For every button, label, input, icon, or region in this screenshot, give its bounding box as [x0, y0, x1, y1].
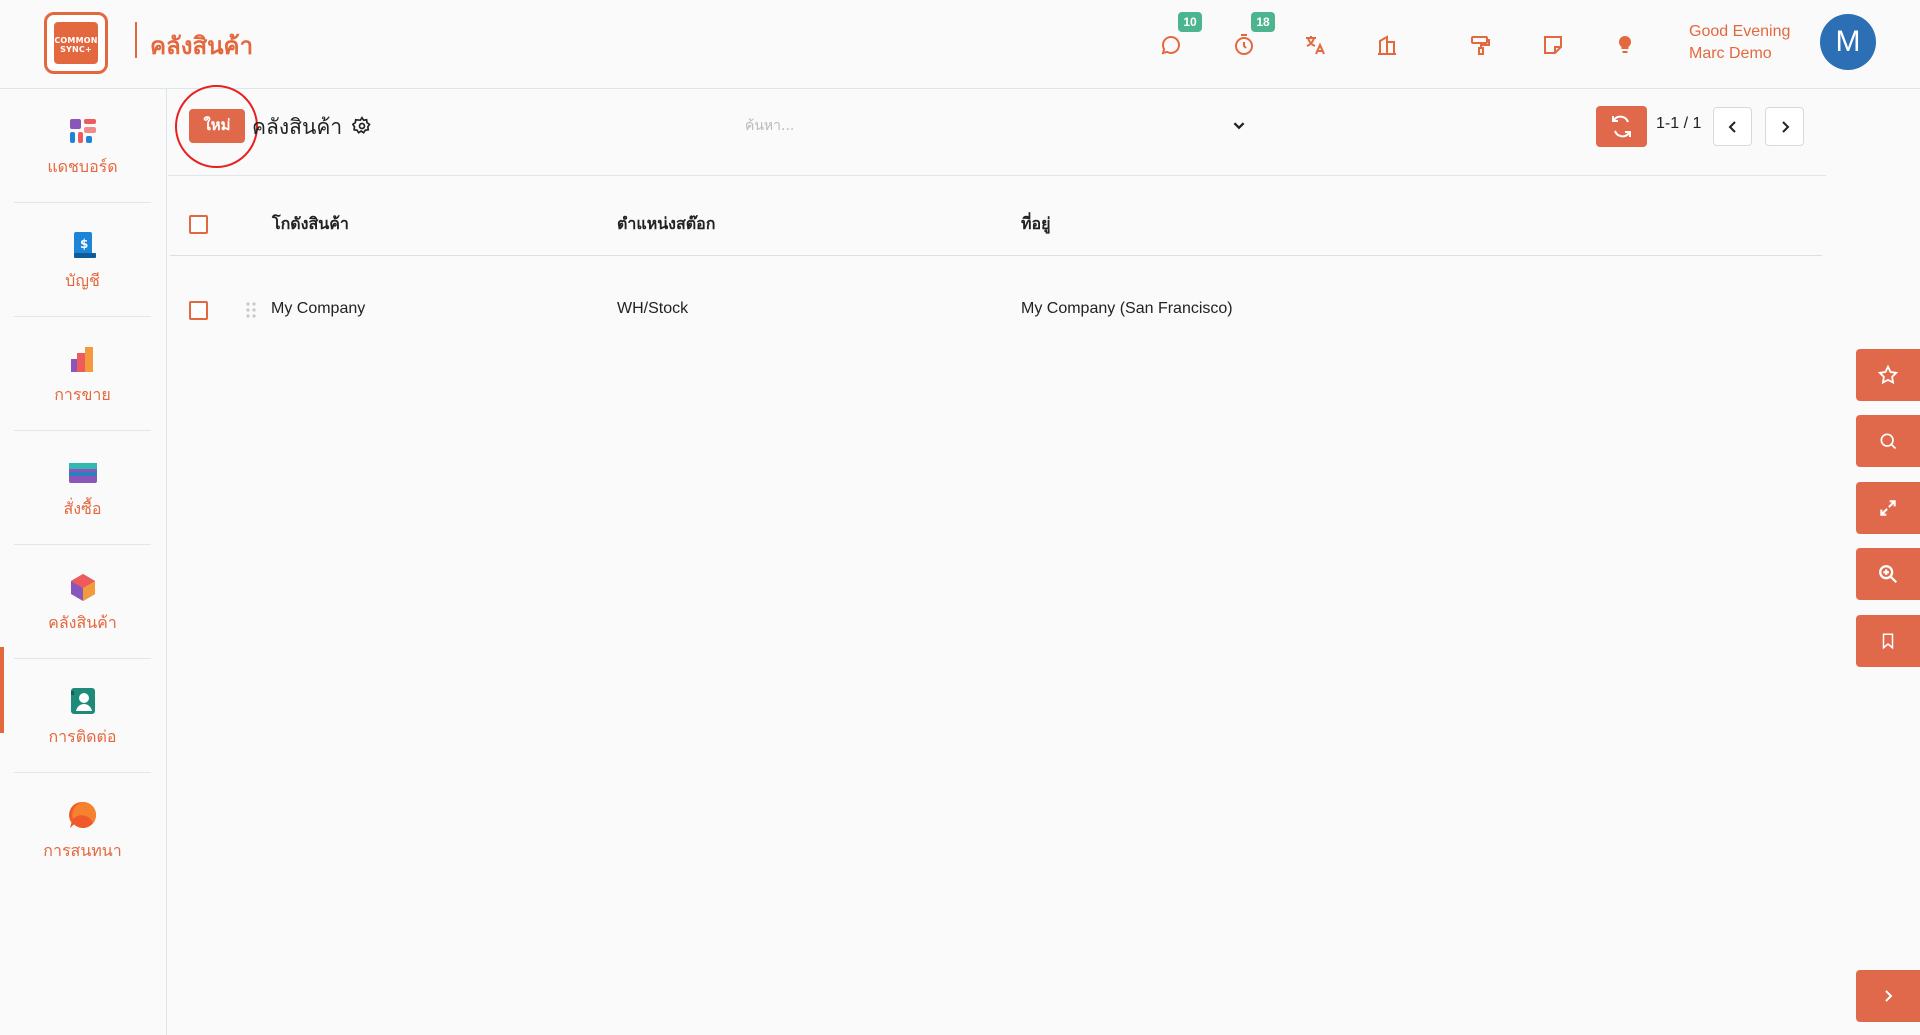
highlight-annotation	[175, 85, 258, 168]
cell-location[interactable]: WH/Stock	[617, 300, 688, 318]
divider	[170, 255, 1822, 256]
dashboard-icon	[70, 119, 96, 143]
sidebar-item-label: การขาย	[54, 385, 111, 404]
chevron-down-icon[interactable]	[1228, 114, 1250, 136]
user-name: Marc Demo	[1689, 45, 1772, 62]
zoom-button[interactable]	[1856, 548, 1920, 600]
greeting-text: Good Evening	[1689, 23, 1791, 40]
refresh-button[interactable]	[1596, 106, 1647, 147]
sidebar-item-label: การติดต่อ	[48, 727, 117, 746]
sidebar-item-sales[interactable]: การขาย	[14, 317, 151, 431]
chevron-right-icon	[1781, 120, 1789, 133]
sidebar-item-label: แดชบอร์ด	[47, 157, 118, 176]
sidebar-item-label: คลังสินค้า	[48, 613, 117, 632]
pager-previous-button[interactable]	[1713, 107, 1752, 146]
chat-icon[interactable]	[1156, 30, 1186, 60]
search-icon	[1880, 433, 1897, 450]
inventory-box-icon	[71, 574, 95, 601]
expand-panel-button[interactable]	[1856, 970, 1920, 1022]
chat-badge: 10	[1178, 12, 1202, 32]
sidebar-item-purchase[interactable]: สั่งซื้อ	[14, 431, 151, 545]
search-input[interactable]	[745, 113, 1225, 139]
chevron-right-icon	[1885, 990, 1893, 1002]
select-all-checkbox[interactable]	[189, 215, 208, 234]
svg-text:$: $	[80, 237, 88, 251]
refresh-icon	[1612, 115, 1631, 138]
paint-roller-icon[interactable]	[1466, 30, 1496, 60]
app-title: คลังสินค้า	[150, 32, 254, 60]
expand-icon	[1880, 500, 1896, 516]
timer-badge: 18	[1251, 12, 1275, 32]
discuss-bubble-icon	[69, 801, 96, 828]
cell-address[interactable]: My Company (San Francisco)	[1021, 300, 1233, 318]
search-button[interactable]	[1856, 415, 1920, 467]
row-checkbox[interactable]	[189, 301, 208, 320]
column-header-location[interactable]: ตำแหน่งสต๊อก	[617, 212, 715, 237]
star-icon	[1877, 364, 1899, 385]
sidebar-item-accounting[interactable]: $ บัญชี	[14, 203, 151, 317]
credit-card-icon	[69, 463, 97, 483]
column-header-address[interactable]: ที่อยู่	[1021, 212, 1051, 237]
favorite-button[interactable]	[1856, 349, 1920, 401]
top-bar: COMMON SYNC+ คลังสินค้า 10 18 Good Eveni…	[0, 0, 1920, 89]
chevron-left-icon	[1728, 120, 1736, 133]
sidebar-item-label: การสนทนา	[43, 841, 122, 860]
timer-icon[interactable]	[1229, 30, 1259, 60]
sidebar: แดชบอร์ด $ บัญชี การขาย สั่งซื้อ คลังสิน…	[0, 89, 167, 1035]
translate-icon[interactable]	[1300, 30, 1330, 60]
sidebar-item-discuss[interactable]: การสนทนา	[14, 773, 151, 887]
page-title: คลังสินค้า	[252, 115, 343, 139]
gear-icon[interactable]	[352, 116, 372, 136]
bookmark-button[interactable]	[1856, 615, 1920, 667]
logo-divider	[135, 22, 137, 58]
app-logo[interactable]: COMMON SYNC+	[44, 12, 108, 74]
pager-next-button[interactable]	[1765, 107, 1804, 146]
cell-warehouse[interactable]: My Company	[271, 300, 365, 318]
sidebar-item-contacts[interactable]: การติดต่อ	[14, 659, 151, 773]
sales-chart-icon	[71, 347, 93, 372]
lightbulb-icon[interactable]	[1610, 30, 1640, 60]
sidebar-item-inventory[interactable]: คลังสินค้า	[14, 545, 151, 659]
invoice-icon: $	[74, 232, 96, 258]
sidebar-item-label: บัญชี	[65, 271, 100, 290]
bookmark-icon	[1882, 633, 1894, 650]
greeting-block[interactable]: Good Evening Marc Demo	[1689, 21, 1790, 65]
logo-text: COMMON SYNC+	[54, 22, 98, 64]
active-indicator	[0, 647, 4, 733]
avatar[interactable]: M	[1820, 14, 1876, 70]
divider	[168, 175, 1826, 176]
contact-card-icon	[71, 688, 95, 714]
sticky-note-icon[interactable]	[1538, 30, 1568, 60]
sidebar-item-label: สั่งซื้อ	[63, 499, 102, 518]
company-icon[interactable]	[1372, 30, 1402, 60]
drag-handle-icon[interactable]	[245, 301, 257, 319]
pager-value[interactable]: 1-1 / 1	[1656, 115, 1701, 133]
zoom-in-icon	[1879, 565, 1898, 584]
expand-button[interactable]	[1856, 482, 1920, 534]
sidebar-item-dashboard[interactable]: แดชบอร์ด	[14, 89, 151, 203]
column-header-warehouse[interactable]: โกดังสินค้า	[272, 212, 349, 237]
